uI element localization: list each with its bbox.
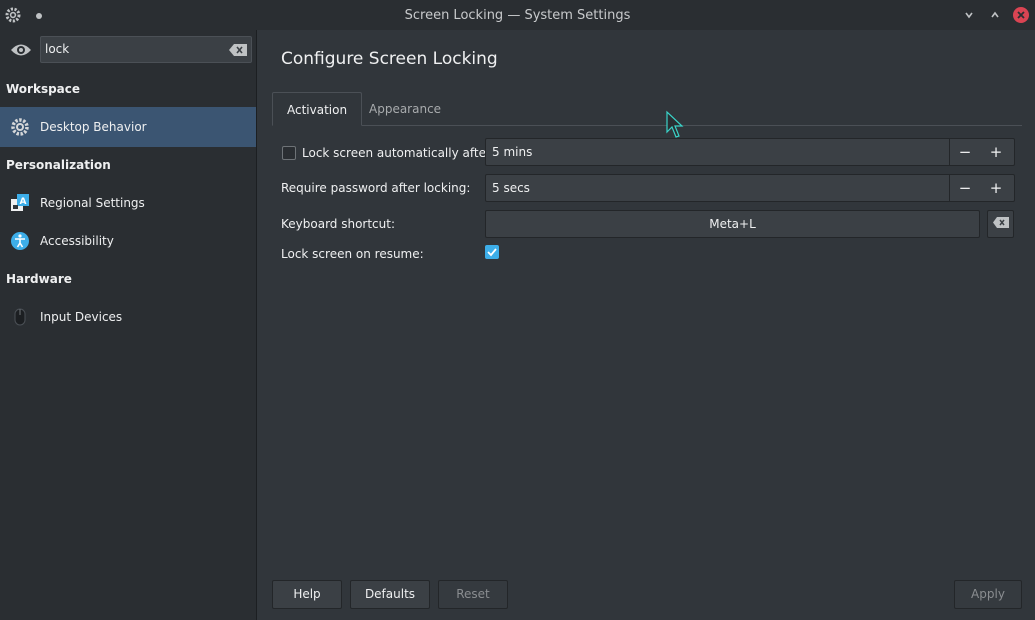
page-title: Configure Screen Locking [281,49,498,69]
keyboard-shortcut-label: Keyboard shortcut: [281,217,396,231]
lock-auto-value: 5 mins [492,145,533,159]
tab-bar: Activation Appearance [272,92,1022,126]
search-input[interactable]: lock [40,36,252,63]
sidebar-item-label: Desktop Behavior [40,120,147,134]
tab-appearance[interactable]: Appearance [355,92,455,126]
svg-text:A: A [20,197,27,207]
defaults-button[interactable]: Defaults [350,580,430,609]
eye-icon[interactable] [10,42,32,61]
lock-on-resume-label: Lock screen on resume: [281,247,424,261]
search-row: lock [0,30,257,72]
lock-auto-spinbox[interactable]: 5 mins − + [485,138,1015,166]
pin-icon[interactable] [34,10,44,24]
close-icon[interactable] [1013,7,1029,23]
clear-shortcut-icon [992,217,1009,231]
sidebar-item-input-devices[interactable]: Input Devices [0,297,256,337]
clear-shortcut-button[interactable] [987,210,1014,238]
window-title: Screen Locking — System Settings [404,7,631,23]
regional-icon: A [10,193,30,213]
sidebar-item-accessibility[interactable]: Accessibility [0,221,256,261]
require-password-decrement-button[interactable]: − [949,175,981,201]
app-gear-icon[interactable] [4,6,22,27]
tab-activation[interactable]: Activation [272,92,363,126]
sidebar-item-regional-settings[interactable]: A Regional Settings [0,183,256,223]
sidebar-item-label: Input Devices [40,310,123,324]
require-password-label: Require password after locking: [281,181,471,195]
category-personalization: Personalization [6,158,111,172]
title-bar: Screen Locking — System Settings [0,0,1035,30]
lock-auto-decrement-button[interactable]: − [949,139,981,165]
require-password-increment-button[interactable]: + [980,175,1012,201]
maximize-icon[interactable] [987,7,1003,23]
minimize-icon[interactable] [961,7,977,23]
clear-search-icon[interactable] [229,44,247,56]
category-hardware: Hardware [6,272,72,286]
mouse-cursor-icon [665,110,685,145]
lock-auto-label: Lock screen automatically after: [302,146,495,160]
sidebar-item-desktop-behavior[interactable]: Desktop Behavior [0,107,256,147]
sidebar-item-label: Regional Settings [40,196,145,210]
sidebar-item-label: Accessibility [40,234,114,248]
category-workspace: Workspace [6,82,81,96]
gear-icon [10,117,30,137]
sidebar: lock Workspace Desktop Behavior Personal… [0,30,257,620]
apply-button[interactable]: Apply [954,580,1022,609]
lock-auto-increment-button[interactable]: + [980,139,1012,165]
reset-button[interactable]: Reset [438,580,508,609]
require-password-value: 5 secs [492,181,530,195]
keyboard-shortcut-button[interactable]: Meta+L [485,210,980,238]
lock-on-resume-checkbox[interactable] [485,245,499,259]
require-password-spinbox[interactable]: 5 secs − + [485,174,1015,202]
lock-auto-checkbox[interactable] [282,146,296,160]
accessibility-icon [10,231,30,251]
main-panel: Configure Screen Locking Activation Appe… [258,30,1035,620]
help-button[interactable]: Help [272,580,342,609]
mouse-icon [10,307,30,327]
